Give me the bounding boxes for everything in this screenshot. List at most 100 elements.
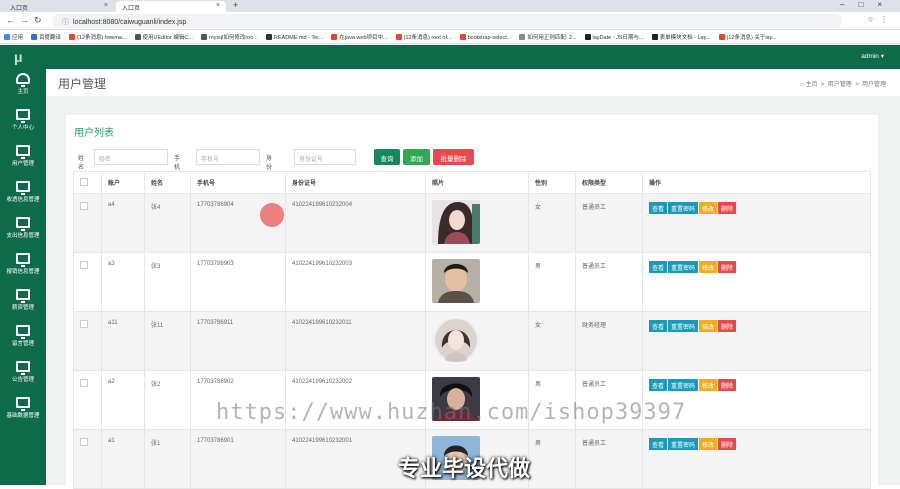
photo-cell xyxy=(425,311,529,371)
row-checkbox[interactable] xyxy=(80,438,88,446)
sidebar-item-5[interactable]: 报销信息管理 xyxy=(0,249,46,285)
edit-button[interactable]: 修改 xyxy=(699,261,718,273)
bookmark-favicon-icon xyxy=(31,34,38,40)
col-ops: 操作 xyxy=(642,171,871,194)
col-phone: 手机号 xyxy=(190,171,286,194)
close-tab-icon[interactable]: × xyxy=(104,2,108,9)
view-button[interactable]: 查看 xyxy=(649,320,668,332)
sidebar-item-label: 主页 xyxy=(17,89,29,95)
delete-button[interactable]: 删除 xyxy=(718,438,737,450)
reload-icon[interactable]: ↻ xyxy=(34,15,42,26)
delete-button[interactable]: 删除 xyxy=(718,320,737,332)
bookmark-favicon-icon xyxy=(584,34,591,40)
user-photo xyxy=(432,200,480,244)
sidebar-item-9[interactable]: 基础数据管理 xyxy=(0,393,46,429)
window-controls[interactable]: –□× xyxy=(840,0,896,9)
idcard-cell: 410224199610232004 xyxy=(285,193,426,253)
sidebar-item-2[interactable]: 用户管理 xyxy=(0,141,46,177)
bookmark-item[interactable]: 表单模块文档 - Lay... xyxy=(648,30,715,43)
delete-button[interactable]: 删除 xyxy=(718,261,737,273)
bookmark-item[interactable]: README.md - Ter... xyxy=(262,31,327,43)
sidebar-item-8[interactable]: 公告管理 xyxy=(0,357,46,393)
user-menu[interactable]: admin ▾ xyxy=(861,52,884,60)
view-button[interactable]: 查看 xyxy=(649,379,668,391)
edit-button[interactable]: 修改 xyxy=(699,320,718,332)
idcard-search-input[interactable]: 身份证号 xyxy=(294,149,356,165)
browser-tab-2[interactable]: 入口页 × xyxy=(116,1,226,12)
bookmark-item[interactable]: 百度翻译 xyxy=(27,30,65,43)
user-photo xyxy=(432,318,480,362)
bookmark-favicon-icon xyxy=(331,34,338,40)
bookmark-favicon-icon xyxy=(265,34,272,40)
bookmark-item[interactable]: 应用 xyxy=(0,30,27,43)
monitor-icon xyxy=(16,145,30,159)
info-icon: ⓘ xyxy=(62,19,69,26)
bookmark-item[interactable]: layDate - JS日期与... xyxy=(581,30,648,43)
sidebar-item-label: 个人中心 xyxy=(11,125,34,131)
row-select-cell xyxy=(73,370,102,430)
bookmark-item[interactable]: (12条消息) root of... xyxy=(392,30,456,43)
bookmark-item[interactable]: (12条消息) 关于lay... xyxy=(715,30,781,43)
edit-button[interactable]: 修改 xyxy=(699,438,718,450)
back-icon[interactable]: ← xyxy=(6,15,15,25)
select-all-checkbox[interactable] xyxy=(80,177,88,186)
bookmark-item[interactable]: bootstrap-select... xyxy=(456,31,516,43)
reset-password-button[interactable]: 重置密码 xyxy=(668,438,699,450)
batch-delete-button[interactable]: 批量删除 xyxy=(433,149,474,165)
reset-password-button[interactable]: 重置密码 xyxy=(668,202,699,214)
bookmark-item[interactable]: (12条消息) freema... xyxy=(65,30,131,43)
query-button[interactable]: 查询 xyxy=(374,149,400,165)
select-all-cell xyxy=(73,171,102,194)
row-checkbox[interactable] xyxy=(80,202,88,210)
sidebar-item-label: 公告管理 xyxy=(11,377,34,383)
bookmark-favicon-icon xyxy=(69,34,76,40)
sidebar-item-1[interactable]: 个人中心 xyxy=(0,105,46,141)
row-select-cell xyxy=(73,193,102,253)
name-cell: 张2 xyxy=(144,370,191,430)
name-cell: 张1 xyxy=(144,429,191,489)
forward-icon[interactable]: → xyxy=(20,15,29,25)
breadcrumb-home[interactable]: 主页 xyxy=(806,82,818,88)
account-cell: a4 xyxy=(101,193,145,253)
name-label: 姓名 xyxy=(78,156,85,171)
col-gender: 性别 xyxy=(528,171,576,194)
bookmark-item[interactable]: 如何用正则匹配: 2... xyxy=(515,30,580,43)
close-tab-icon[interactable]: × xyxy=(216,2,220,9)
view-button[interactable]: 查看 xyxy=(649,202,668,214)
row-checkbox[interactable] xyxy=(80,261,88,269)
phone-search-input[interactable]: 手机号 xyxy=(196,149,260,165)
bookmark-item[interactable]: 使用UEditor 编辑C... xyxy=(131,30,197,43)
delete-button[interactable]: 删除 xyxy=(718,202,737,214)
sidebar-item-3[interactable]: 收透信息管理 xyxy=(0,177,46,213)
browser-tab-1[interactable]: 入口页 × xyxy=(4,1,114,12)
ops-cell: 查看 重置密码 修改 删除 xyxy=(642,311,871,371)
row-checkbox[interactable] xyxy=(80,320,88,328)
sidebar-item-4[interactable]: 支出信息管理 xyxy=(0,213,46,249)
reset-password-button[interactable]: 重置密码 xyxy=(668,320,699,332)
col-photo: 照片 xyxy=(425,171,529,194)
browser-tabbar: 入口页 × 入口页 × + –□× xyxy=(0,0,900,12)
sidebar-item-label: 用户管理 xyxy=(11,161,34,167)
url-input[interactable]: ⓘ localhost:8080/caiwuguanli/index.jsp xyxy=(52,14,842,28)
add-button[interactable]: 添加 xyxy=(403,149,430,165)
sidebar-item-7[interactable]: 留言管理 xyxy=(0,321,46,357)
row-checkbox[interactable] xyxy=(80,379,88,387)
delete-button[interactable]: 删除 xyxy=(718,379,737,391)
bookmark-item[interactable]: mysql如何修改roo... xyxy=(197,30,262,43)
star-icon[interactable]: ☆⋮ xyxy=(867,15,894,24)
reset-password-button[interactable]: 重置密码 xyxy=(668,261,699,273)
reset-password-button[interactable]: 重置密码 xyxy=(668,379,699,391)
view-button[interactable]: 查看 xyxy=(649,261,668,273)
sidebar-item-6[interactable]: 薪资管理 xyxy=(0,285,46,321)
bookmark-item[interactable]: 在java web项目中... xyxy=(327,30,391,43)
sidebar-item-0[interactable]: 主页 xyxy=(0,69,46,105)
edit-button[interactable]: 修改 xyxy=(699,379,718,391)
breadcrumb-level1[interactable]: 用户管理 xyxy=(828,82,852,88)
new-tab-icon[interactable]: + xyxy=(233,0,238,10)
view-button[interactable]: 查看 xyxy=(649,438,668,450)
sidebar-item-label: 留言管理 xyxy=(11,341,34,347)
bookmarks-bar: 应用 百度翻译 (12条消息) freema... 使用UEditor 编辑C... m… xyxy=(0,30,900,44)
edit-button[interactable]: 修改 xyxy=(699,202,718,214)
video-caption: 专业毕设代做 xyxy=(398,456,531,481)
name-search-input[interactable]: 姓名 xyxy=(94,149,168,165)
